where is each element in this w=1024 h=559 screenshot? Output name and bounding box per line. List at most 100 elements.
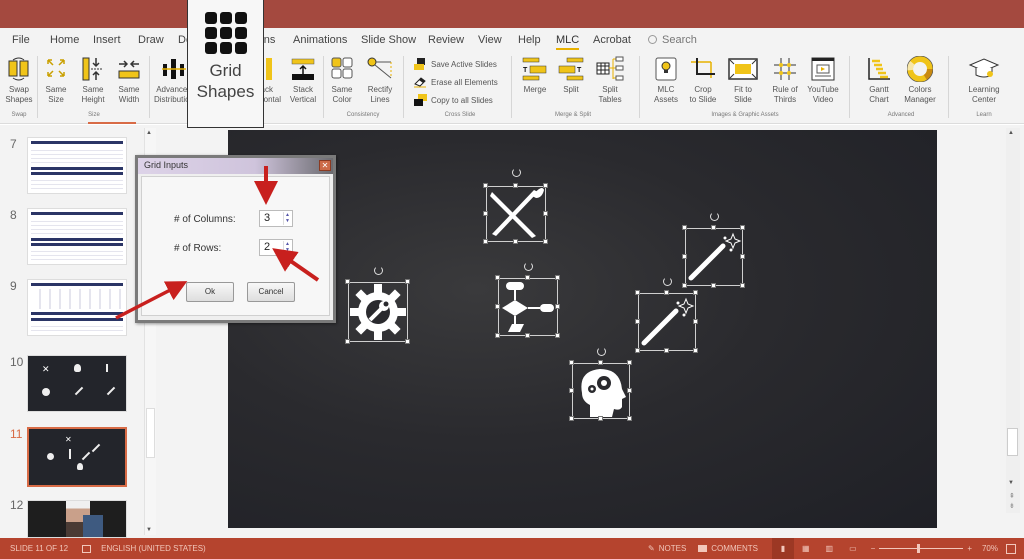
- title-bar: [0, 0, 1024, 28]
- tab-review[interactable]: Review: [428, 34, 464, 46]
- same-height-button[interactable]: Same Height: [78, 56, 108, 105]
- slide-thumbnail-8[interactable]: [27, 208, 127, 265]
- youtube-video-button[interactable]: YouTube Video: [804, 56, 842, 105]
- zoom-level[interactable]: 70%: [982, 544, 998, 553]
- zoom-out-button[interactable]: −: [871, 544, 876, 553]
- columns-stepper[interactable]: 3 ▲ ▼: [259, 210, 293, 227]
- ok-button[interactable]: Ok: [186, 282, 234, 302]
- normal-view-icon: ▮: [780, 544, 786, 553]
- comment-icon: [698, 545, 708, 552]
- scroll-down-arrow[interactable]: ▼: [1008, 480, 1014, 486]
- tab-home[interactable]: Home: [50, 34, 79, 46]
- notes-button[interactable]: ✎ NOTES: [648, 544, 686, 553]
- search-icon: [648, 35, 657, 44]
- comments-button[interactable]: COMMENTS: [698, 544, 758, 553]
- columns-label: # of Columns:: [174, 214, 236, 225]
- slide-thumbnail-9[interactable]: [27, 279, 127, 336]
- mlc-assets-label-1: MLC: [657, 85, 675, 94]
- split-button[interactable]: T Split: [556, 56, 586, 95]
- slide-sorter-button[interactable]: ▦: [802, 544, 810, 553]
- scroll-down-arrow[interactable]: ▼: [146, 527, 152, 533]
- reading-view-button[interactable]: ▥: [826, 544, 834, 553]
- fit-slide-to-window-button[interactable]: [1006, 543, 1016, 554]
- same-size-button[interactable]: Same Size: [42, 56, 70, 105]
- zoom-slider-thumb[interactable]: [917, 544, 921, 553]
- tab-acrobat[interactable]: Acrobat: [593, 34, 631, 46]
- scroll-up-arrow[interactable]: ▲: [1008, 130, 1014, 136]
- normal-view-button[interactable]: ▮: [771, 538, 794, 559]
- learning-center-label-1: Learning: [968, 85, 1000, 94]
- rows-stepper[interactable]: 2 ▲ ▼: [259, 239, 293, 256]
- colors-manager-label-2: Manager: [904, 95, 936, 104]
- rectify-lines-button[interactable]: Rectify Lines: [362, 56, 398, 105]
- language-indicator[interactable]: ENGLISH (UNITED STATES): [101, 544, 206, 553]
- advanced-distribution-icon: [162, 59, 186, 79]
- tools-shape[interactable]: [483, 168, 548, 244]
- spell-check-icon[interactable]: [82, 544, 92, 553]
- youtube-video-icon: [811, 57, 835, 81]
- previous-slide-button[interactable]: ⇞: [1009, 492, 1015, 500]
- tab-slide-show[interactable]: Slide Show: [361, 34, 416, 46]
- copy-icon: [414, 94, 427, 106]
- gear-wrench-shape[interactable]: [345, 266, 410, 344]
- tab-view[interactable]: View: [478, 34, 502, 46]
- scroll-thumb[interactable]: [1007, 428, 1018, 456]
- rows-value: 2: [264, 241, 271, 253]
- rule-of-thirds-label-1: Rule of: [772, 85, 798, 94]
- gantt-chart-button[interactable]: Gantt Chart: [862, 56, 896, 105]
- slide-thumbnail-12[interactable]: [27, 500, 127, 538]
- slideshow-button[interactable]: ▭: [849, 544, 857, 553]
- search-box[interactable]: Search: [648, 34, 697, 46]
- tab-draw[interactable]: Draw: [138, 34, 164, 46]
- rule-of-thirds-button[interactable]: Rule of Thirds: [767, 56, 803, 105]
- size-group-indicator: [88, 122, 136, 124]
- colors-manager-button[interactable]: Colors Manager: [900, 56, 940, 105]
- magic-wand-shape-1[interactable]: [682, 212, 745, 288]
- same-color-button[interactable]: Same Color: [326, 56, 358, 105]
- copy-to-all-slides-button[interactable]: Copy to all Slides: [414, 94, 493, 106]
- erase-all-elements-button[interactable]: Erase all Elements: [414, 76, 498, 88]
- dialog-title-bar[interactable]: Grid Inputs ✕: [138, 158, 333, 174]
- tab-animations[interactable]: Animations: [293, 34, 347, 46]
- stepper-arrows[interactable]: ▲ ▼: [283, 212, 291, 225]
- tab-file[interactable]: File: [12, 34, 30, 46]
- flowchart-shape[interactable]: [495, 262, 560, 338]
- same-color-label-2: Color: [332, 95, 352, 104]
- editor-scrollbar[interactable]: ▲ ▼ ⇞ ⇟: [1006, 128, 1020, 513]
- slide-thumbnail-10[interactable]: ✕: [27, 355, 127, 412]
- rows-label: # of Rows:: [174, 243, 222, 254]
- slide-thumbnail-11[interactable]: ✕: [27, 427, 127, 487]
- magic-wand-shape-2[interactable]: [635, 277, 698, 353]
- zoom-in-button[interactable]: +: [967, 544, 972, 553]
- fit-to-slide-button[interactable]: Fit to Slide: [725, 56, 761, 105]
- merge-button[interactable]: T Merge: [518, 56, 552, 95]
- stepper-arrows[interactable]: ▲ ▼: [283, 241, 291, 254]
- slide-thumbnail-7[interactable]: [27, 137, 127, 194]
- close-button[interactable]: ✕: [319, 160, 331, 171]
- scroll-up-arrow[interactable]: ▲: [146, 130, 152, 136]
- same-size-icon: [47, 59, 65, 77]
- tab-insert[interactable]: Insert: [93, 34, 121, 46]
- crop-to-slide-button[interactable]: Crop to Slide: [686, 56, 720, 105]
- swap-shapes-button[interactable]: Swap Shapes: [4, 56, 34, 105]
- learning-center-button[interactable]: Learning Center: [962, 56, 1006, 105]
- gantt-chart-label-1: Gantt: [869, 85, 889, 94]
- tab-help[interactable]: Help: [518, 34, 541, 46]
- gantt-chart-icon: [868, 58, 890, 80]
- scroll-thumb[interactable]: [146, 408, 155, 458]
- same-height-label-1: Same: [82, 85, 104, 94]
- grid-shapes-button[interactable]: Grid Shapes: [187, 0, 264, 128]
- zoom-slider[interactable]: [879, 544, 964, 553]
- split-tables-button[interactable]: Split Tables: [592, 56, 628, 105]
- stack-vertical-button[interactable]: Stack Vertical: [286, 56, 320, 105]
- next-slide-button[interactable]: ⇟: [1009, 502, 1015, 510]
- mlc-assets-button[interactable]: MLC Assets: [648, 56, 684, 105]
- tab-mlc[interactable]: MLC: [556, 34, 580, 50]
- save-active-slides-button[interactable]: Save Active Slides: [414, 58, 497, 70]
- same-height-label-2: Height: [81, 95, 105, 104]
- cancel-button[interactable]: Cancel: [247, 282, 295, 302]
- head-gears-shape[interactable]: [569, 347, 632, 421]
- split-tables-label-1: Split: [602, 85, 618, 94]
- grid-shapes-label-2: Shapes: [196, 82, 255, 101]
- same-width-button[interactable]: Same Width: [114, 56, 144, 105]
